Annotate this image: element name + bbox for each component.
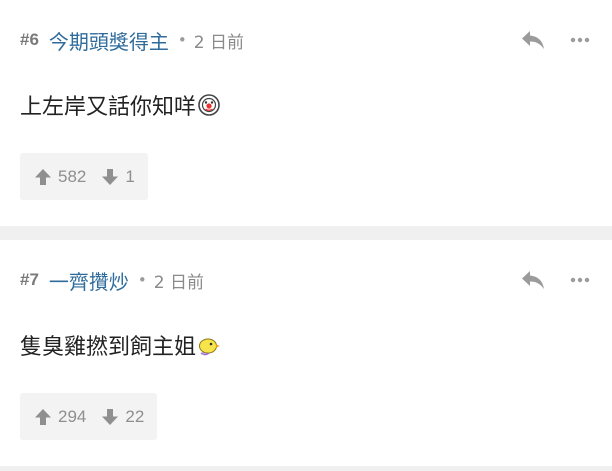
upvote-button[interactable]: 582 bbox=[34, 167, 86, 187]
reply-icon bbox=[522, 31, 544, 49]
downvote-count: 22 bbox=[125, 406, 145, 426]
downvote-button[interactable]: 1 bbox=[101, 166, 135, 187]
reply-button[interactable] bbox=[518, 25, 548, 55]
post-floor-6: #6 今期頭獎得主 • 2 日前 上左岸又話你知咩 582 1 bbox=[0, 0, 612, 226]
post-time: 2 日前 bbox=[193, 32, 245, 53]
post-content: 上左岸又話你知咩 bbox=[20, 84, 221, 126]
yellow-chick-icon bbox=[199, 338, 221, 356]
meta-separator: • bbox=[137, 271, 147, 289]
arrow-up-icon bbox=[35, 408, 51, 425]
upvote-count: 294 bbox=[58, 406, 87, 426]
clown-face-icon bbox=[198, 94, 220, 116]
reply-button[interactable] bbox=[518, 265, 548, 295]
post-time: 2 日前 bbox=[153, 272, 205, 293]
post-actions bbox=[518, 240, 592, 320]
username-link[interactable]: 一齊攢炒 bbox=[49, 266, 129, 295]
post-meta: #6 今期頭獎得主 • 2 日前 bbox=[20, 0, 592, 80]
more-options-button[interactable] bbox=[568, 25, 592, 55]
post-divider bbox=[0, 466, 612, 471]
username-link[interactable]: 今期頭獎得主 bbox=[49, 26, 169, 55]
upvote-button[interactable]: 294 bbox=[34, 407, 86, 427]
vote-box: 294 22 bbox=[20, 393, 158, 440]
post-meta: #7 一齊攢炒 • 2 日前 bbox=[20, 240, 592, 320]
floor-number: #6 bbox=[20, 30, 39, 49]
arrow-up-icon bbox=[35, 168, 51, 185]
meta-separator: • bbox=[177, 31, 187, 49]
post-actions bbox=[518, 0, 592, 80]
post-content: 隻臭雞撚到飼主姐 bbox=[20, 324, 221, 366]
vote-box: 582 1 bbox=[20, 153, 148, 200]
more-options-button[interactable] bbox=[568, 265, 592, 295]
downvote-count: 1 bbox=[125, 166, 135, 186]
post-divider bbox=[0, 226, 612, 240]
more-icon bbox=[570, 37, 590, 43]
post-text: 隻臭雞撚到飼主姐 bbox=[20, 335, 197, 360]
more-icon bbox=[570, 277, 590, 283]
thread-page: #6 今期頭獎得主 • 2 日前 上左岸又話你知咩 582 1 #7 一齊攢炒 … bbox=[0, 0, 612, 471]
floor-number: #7 bbox=[20, 270, 39, 289]
reply-icon bbox=[522, 271, 544, 289]
post-floor-7: #7 一齊攢炒 • 2 日前 隻臭雞撚到飼主姐 294 22 bbox=[0, 240, 612, 466]
post-text: 上左岸又話你知咩 bbox=[20, 95, 197, 120]
upvote-count: 582 bbox=[58, 166, 87, 186]
arrow-down-icon bbox=[102, 408, 119, 425]
downvote-button[interactable]: 22 bbox=[101, 407, 144, 427]
arrow-down-icon bbox=[102, 168, 119, 185]
